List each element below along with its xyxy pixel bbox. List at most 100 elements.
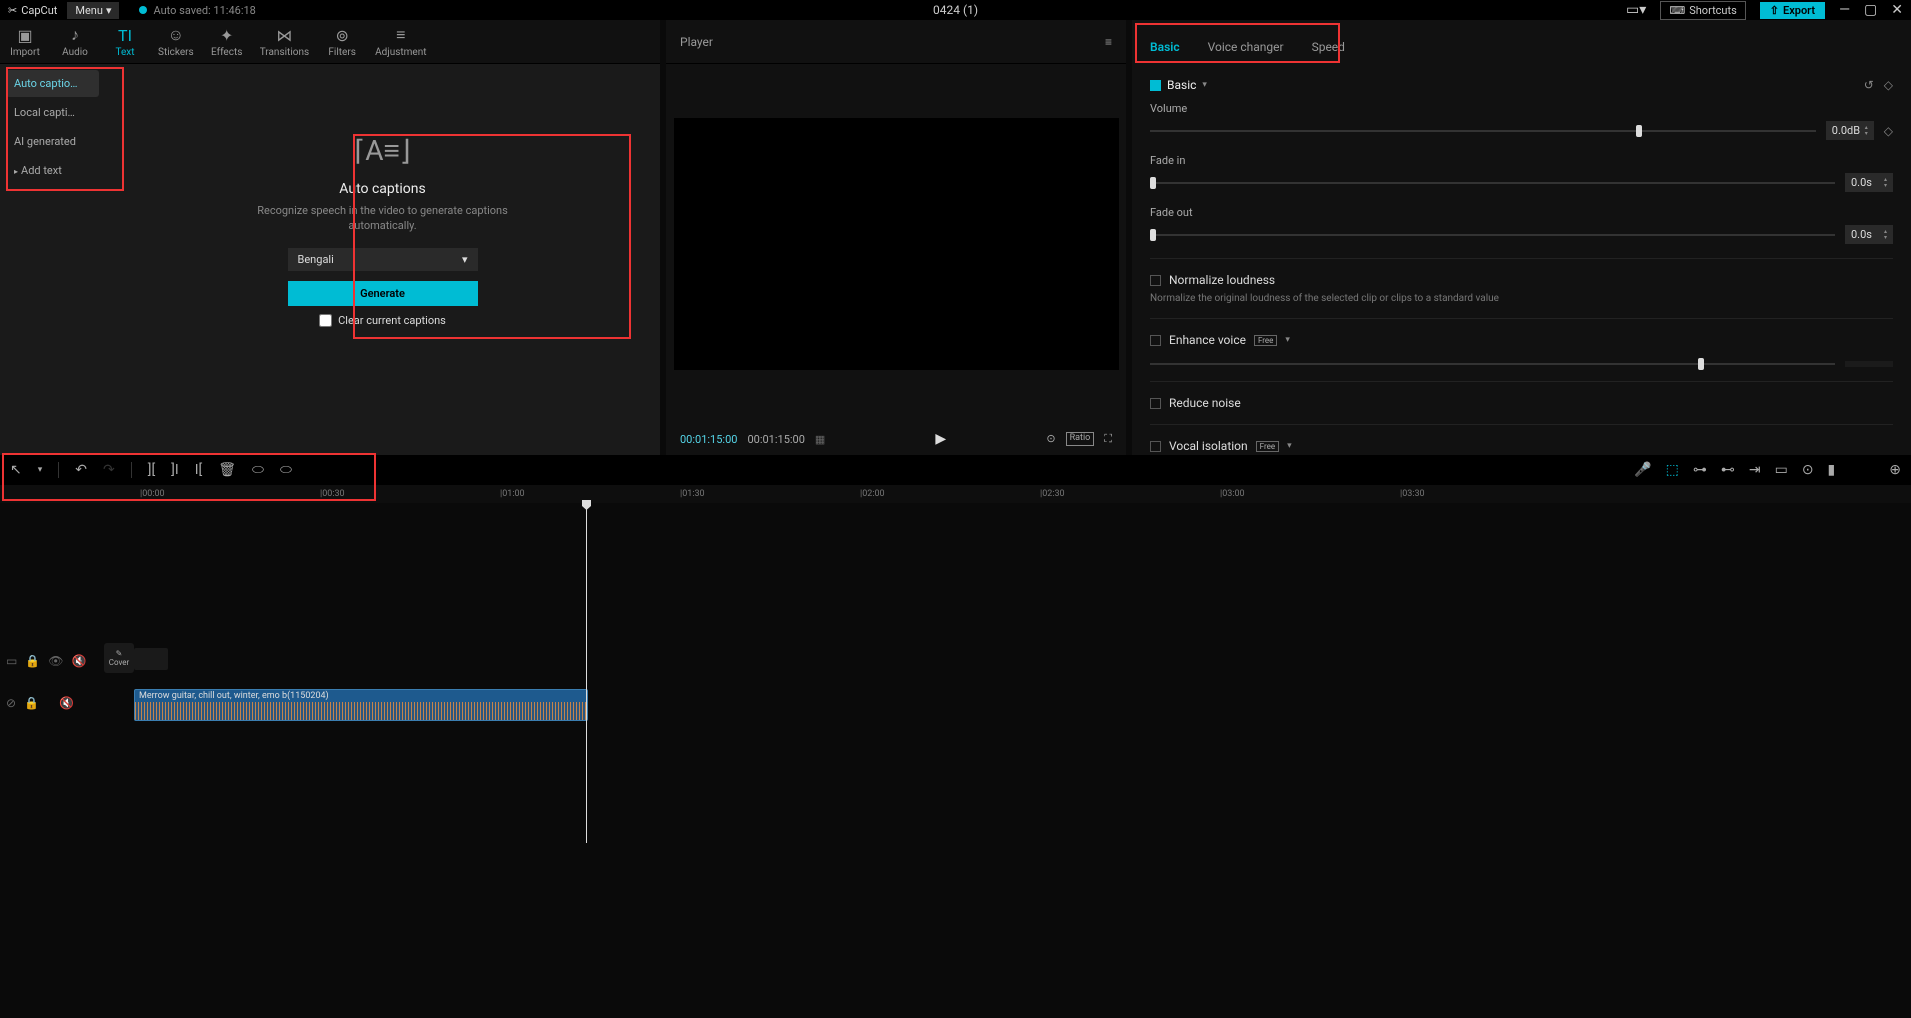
enhance-value-input[interactable]: [1845, 361, 1893, 367]
play-button[interactable]: ▶: [935, 431, 946, 447]
shield2-icon[interactable]: ⬭: [280, 462, 292, 478]
mute-icon[interactable]: 🔇: [72, 654, 87, 668]
maximize-button[interactable]: ▢: [1864, 2, 1877, 18]
chevron-down-icon[interactable]: ▾: [1202, 80, 1207, 90]
text-content-area: ⌈A≡⌋ Auto captions Recognize speech in t…: [105, 64, 660, 455]
clear-captions-checkbox[interactable]: Clear current captions: [253, 314, 513, 327]
audio-clip[interactable]: Merrow guitar, chill out, winter, emo b(…: [134, 689, 588, 721]
basic-section-title: Basic: [1167, 78, 1196, 92]
redo-button[interactable]: ↷: [103, 462, 115, 478]
delete-icon[interactable]: 🗑: [218, 462, 236, 478]
app-logo: ✂ CapCut: [8, 4, 57, 17]
generate-button[interactable]: Generate: [288, 281, 478, 306]
language-select[interactable]: Bengali ▾: [288, 248, 478, 271]
sidebar-item-localcaptions[interactable]: Local capti…: [6, 99, 99, 126]
enhance-slider[interactable]: [1150, 363, 1835, 365]
mic-icon[interactable]: 🎤: [1634, 462, 1651, 478]
clear-captions-input[interactable]: [319, 314, 332, 327]
minimize-button[interactable]: —: [1839, 2, 1850, 18]
cover-button[interactable]: ✎ Cover: [104, 643, 134, 673]
lock-icon[interactable]: 🔒: [25, 654, 40, 668]
sidebar-item-autocaptions[interactable]: Auto captio…: [6, 70, 99, 97]
magnet-icon[interactable]: ⬚: [1666, 462, 1679, 478]
tab-basic[interactable]: Basic: [1146, 30, 1184, 64]
marker-icon[interactable]: ▮: [1828, 462, 1836, 478]
link-icon[interactable]: ⊶: [1693, 462, 1707, 478]
enhance-checkbox[interactable]: Enhance voice Free ▾: [1150, 333, 1893, 347]
undo-button[interactable]: ↶: [75, 462, 87, 478]
basic-toggle[interactable]: [1150, 80, 1161, 91]
sidebar-item-addtext[interactable]: Add text: [6, 157, 99, 184]
fullscreen-icon[interactable]: ⛶: [1104, 432, 1112, 446]
chevron-down-icon: ▾: [462, 253, 468, 266]
ratio-button[interactable]: Ratio: [1066, 432, 1095, 446]
tab-filters[interactable]: ⊚Filters: [317, 20, 367, 63]
timeline-ruler[interactable]: |00:00 |00:30 |01:00 |01:30 |02:00 |02:3…: [0, 485, 1911, 503]
total-time: 00:01:15:00: [747, 433, 804, 446]
shortcuts-button[interactable]: ⌨ Shortcuts: [1660, 1, 1745, 20]
chevron-down-icon[interactable]: ▾: [38, 465, 43, 475]
track-toggle-icon[interactable]: ▭: [6, 654, 17, 668]
keyboard-icon: ⌨: [1669, 4, 1685, 17]
sidebar-item-aigenerated[interactable]: AI generated: [6, 128, 99, 155]
reducenoise-checkbox[interactable]: Reduce noise: [1150, 396, 1893, 410]
fadeout-slider[interactable]: [1150, 234, 1835, 236]
compare-icon[interactable]: ▦: [815, 433, 825, 446]
tab-import[interactable]: ▣Import: [0, 20, 50, 63]
tab-stickers[interactable]: ☺Stickers: [150, 20, 202, 63]
tab-audio[interactable]: ♪Audio: [50, 20, 100, 63]
player-menu-icon[interactable]: ≡: [1105, 35, 1112, 49]
autosave-indicator: Auto saved: 11:46:18: [139, 4, 255, 17]
eye-icon[interactable]: 👁: [48, 654, 63, 668]
adjustment-icon: ≡: [396, 25, 405, 45]
normalize-checkbox[interactable]: Normalize loudness: [1150, 273, 1893, 287]
autocaptions-title: Auto captions: [253, 181, 513, 197]
lock-icon[interactable]: 🔒: [24, 696, 39, 710]
zoom-icon[interactable]: ⊙: [1802, 462, 1814, 478]
volume-value-input[interactable]: 0.0dB▴▾: [1826, 121, 1874, 140]
volume-slider[interactable]: [1150, 130, 1816, 132]
tab-transitions[interactable]: ⋈Transitions: [252, 20, 317, 63]
fadein-value-input[interactable]: 0.0s▴▾: [1845, 173, 1893, 192]
cover-slot[interactable]: [134, 648, 168, 670]
close-button[interactable]: ✕: [1891, 2, 1903, 18]
export-button[interactable]: ⇧ Export: [1760, 2, 1825, 19]
extract-icon[interactable]: ⇥: [1749, 462, 1761, 478]
menu-button[interactable]: Menu▾: [67, 2, 119, 19]
chain-icon[interactable]: ⊷: [1721, 462, 1735, 478]
project-title: 0424 (1): [933, 3, 978, 17]
fadein-slider[interactable]: [1150, 182, 1835, 184]
tab-speed[interactable]: Speed: [1308, 30, 1349, 64]
preview-icon[interactable]: ▭: [1775, 462, 1788, 478]
video-preview[interactable]: [674, 118, 1119, 370]
vocalisolation-checkbox[interactable]: Vocal isolation Free ▾: [1150, 439, 1893, 453]
split-right-icon[interactable]: I[: [195, 462, 203, 478]
import-icon: ▣: [17, 26, 32, 45]
track-toggle-icon[interactable]: ⊘: [6, 696, 16, 710]
chevron-down-icon: ▾: [106, 4, 112, 17]
keyframe-icon[interactable]: ◇: [1884, 78, 1893, 92]
tab-voicechanger[interactable]: Voice changer: [1204, 30, 1288, 64]
media-panel: ▣Import ♪Audio TIText ☺Stickers ✦Effects…: [0, 20, 660, 455]
current-time: 00:01:15:00: [680, 433, 737, 446]
keyframe-icon[interactable]: ◇: [1884, 124, 1893, 138]
reset-icon[interactable]: ↺: [1864, 78, 1874, 92]
timeline-area[interactable]: ▭ 🔒 👁 🔇 ⊘ 🔒 • 🔇 ✎ Cover Merrow guitar, c…: [0, 503, 1911, 1013]
fit-icon[interactable]: ⊕: [1889, 462, 1901, 478]
split-left-icon[interactable]: ]I: [171, 462, 179, 478]
fadeout-value-input[interactable]: 0.0s▴▾: [1845, 225, 1893, 244]
playhead[interactable]: [586, 503, 587, 843]
mute-icon[interactable]: 🔇: [59, 696, 74, 710]
split-icon[interactable]: ][: [148, 462, 155, 478]
scale-icon[interactable]: ⊙: [1046, 432, 1055, 446]
properties-panel: Basic Voice changer Speed Basic ▾ ↺ ◇ Vo…: [1132, 20, 1911, 455]
tab-adjustment[interactable]: ≡Adjustment: [367, 20, 434, 63]
autosave-dot-icon: [139, 6, 147, 14]
tab-effects[interactable]: ✦Effects: [202, 20, 252, 63]
tab-text[interactable]: TIText: [100, 20, 150, 63]
selection-tool-icon[interactable]: ↖: [10, 462, 22, 478]
effects-icon: ✦: [220, 26, 233, 45]
chevron-down-icon: ▾: [1285, 335, 1290, 345]
layout-icon[interactable]: ▭▾: [1626, 2, 1646, 18]
shield-icon[interactable]: ⬭: [252, 462, 264, 478]
